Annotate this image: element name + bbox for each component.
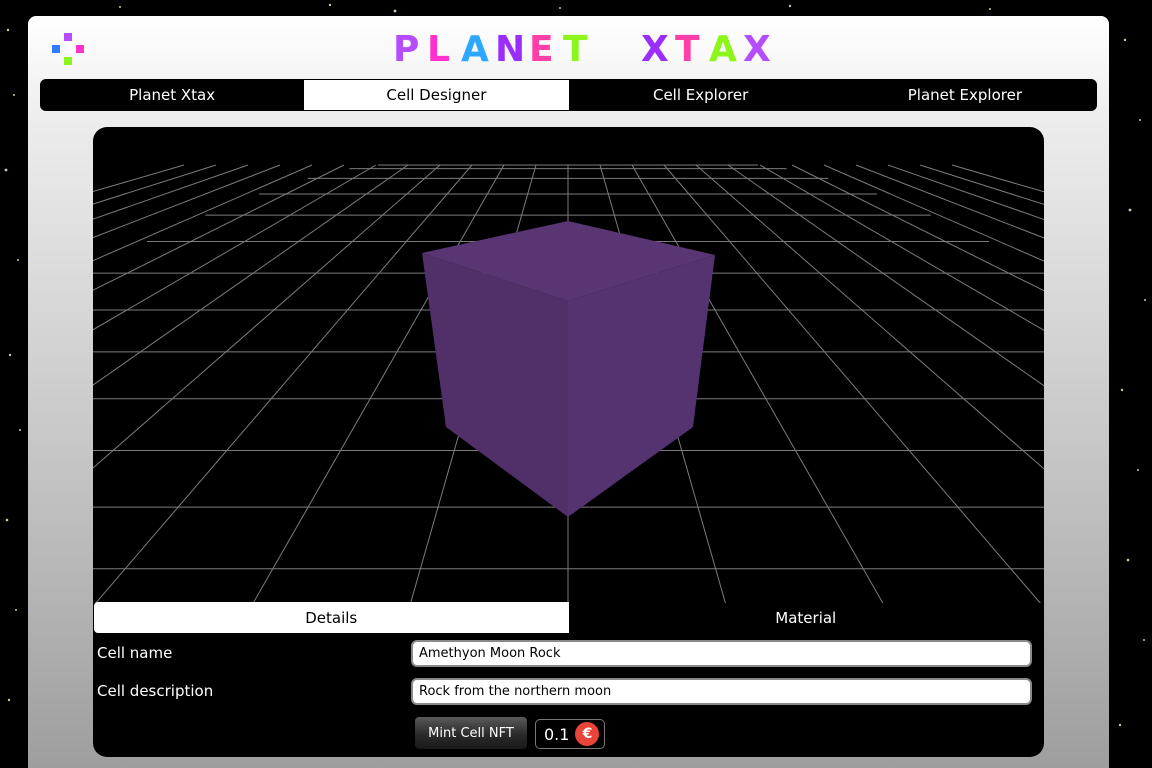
mint-price: 0.1 €: [535, 719, 605, 749]
designer-subtabs: Details Material: [94, 602, 1043, 633]
logo-pixel: [76, 45, 84, 53]
grid-line: [95, 164, 473, 603]
tab-cell-explorer[interactable]: Cell Explorer: [569, 79, 833, 111]
logo-pixel: [52, 45, 60, 53]
grid-line: [93, 164, 249, 220]
cell-name-label: Cell name: [97, 644, 173, 662]
app-logo-icon[interactable]: [52, 33, 84, 65]
app-panel: PLANETXTAX Planet Xtax Cell Designer Cel…: [28, 16, 1109, 768]
grid-line: [727, 164, 1044, 387]
viewer-scene: [93, 164, 1044, 603]
grid-line: [855, 164, 1044, 239]
grid-line: [951, 164, 1044, 193]
price-value: 0.1: [544, 724, 570, 744]
tab-material[interactable]: Material: [569, 602, 1044, 633]
main-nav: Planet Xtax Cell Designer Cell Explorer …: [40, 79, 1097, 111]
title-letter: T: [563, 30, 588, 66]
title-letter: N: [495, 30, 525, 66]
grid-line: [93, 164, 185, 193]
grid-line: [823, 164, 1044, 262]
title-letter: X: [743, 30, 771, 66]
title-letter: E: [529, 30, 554, 66]
grid-line: [759, 164, 1044, 331]
cell-description-input[interactable]: Rock from the northern moon: [411, 678, 1032, 705]
mint-cell-nft-button[interactable]: Mint Cell NFT: [415, 717, 527, 749]
title-letter: A: [709, 30, 737, 66]
grid-line: [93, 164, 281, 239]
grid-line: [93, 164, 313, 262]
grid-line: [93, 164, 345, 291]
title-letter: P: [393, 30, 419, 66]
cell-3d-viewer[interactable]: Details Material Cell name Amethyon Moon…: [93, 127, 1044, 757]
title-letter: X: [641, 30, 669, 66]
grid-line: [93, 164, 441, 469]
tab-details[interactable]: Details: [94, 602, 569, 633]
title-letter: L: [427, 30, 450, 66]
coin-icon: €: [575, 722, 600, 746]
grid-line: [93, 164, 409, 386]
logo-pixel: [64, 45, 72, 53]
grid-line: [887, 164, 1044, 221]
title-letter: A: [461, 30, 489, 66]
grid-line: [663, 164, 1041, 603]
cell-cube: [422, 221, 715, 517]
tab-cell-designer[interactable]: Cell Designer: [304, 80, 569, 110]
title-letter: T: [675, 30, 700, 66]
cell-description-label: Cell description: [97, 682, 214, 700]
app-title-logo: PLANETXTAX: [393, 30, 779, 66]
grid-line: [695, 164, 1044, 470]
logo-pixel: [64, 57, 72, 65]
tab-planet-explorer[interactable]: Planet Explorer: [833, 79, 1097, 111]
logo-pixel: [64, 33, 72, 41]
grid-line: [791, 164, 1044, 292]
cell-name-input[interactable]: Amethyon Moon Rock: [411, 640, 1032, 667]
tab-planet-xtax[interactable]: Planet Xtax: [40, 79, 304, 111]
grid-line: [93, 164, 377, 331]
